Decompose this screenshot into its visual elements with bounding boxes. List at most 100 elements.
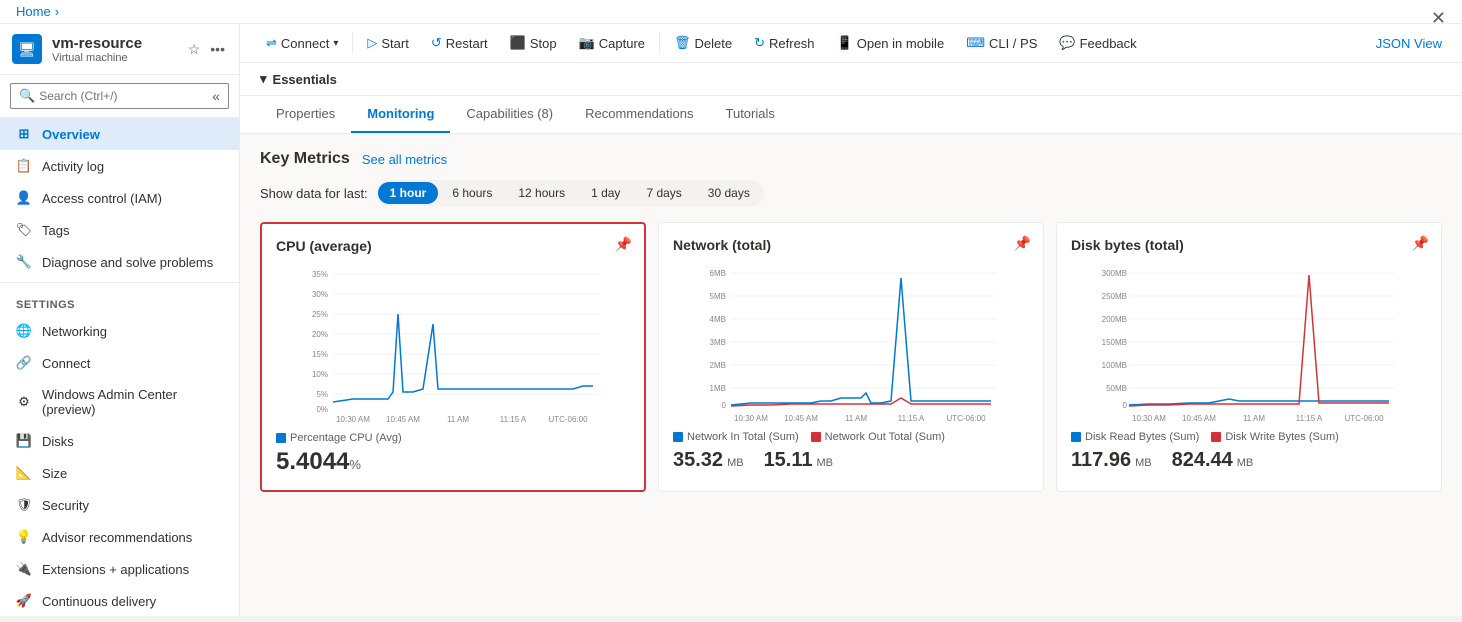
sidebar-item-extensions[interactable]: 🔌 Extensions + applications bbox=[0, 553, 239, 585]
network-pin-button[interactable]: 📌 bbox=[1014, 235, 1031, 252]
key-metrics-header: Key Metrics See all metrics bbox=[260, 150, 1442, 168]
sidebar-item-label: Access control (IAM) bbox=[42, 191, 162, 206]
toolbar-divider-1 bbox=[352, 32, 353, 54]
time-options: 1 hour 6 hours 12 hours 1 day 7 days 30 … bbox=[376, 180, 764, 206]
network-values-row: 35.32 MB 15.11 MB bbox=[673, 449, 1029, 472]
feedback-button[interactable]: 💬 Feedback bbox=[1049, 30, 1146, 56]
disk-pin-button[interactable]: 📌 bbox=[1412, 235, 1429, 252]
sidebar-item-diagnose[interactable]: 🔧 Diagnose and solve problems bbox=[0, 246, 239, 278]
sidebar-collapse-button[interactable]: « bbox=[212, 88, 220, 104]
sidebar-item-label: Networking bbox=[42, 324, 107, 339]
time-option-7d[interactable]: 7 days bbox=[634, 182, 693, 204]
capture-button[interactable]: 📷 Capture bbox=[569, 30, 655, 56]
time-option-1h[interactable]: 1 hour bbox=[378, 182, 439, 204]
search-input[interactable] bbox=[39, 89, 208, 103]
svg-text:0: 0 bbox=[1123, 401, 1128, 410]
connect-icon: 🔗 bbox=[16, 355, 32, 371]
svg-text:11:15 A: 11:15 A bbox=[898, 414, 925, 423]
settings-section-label: Settings bbox=[0, 287, 239, 315]
svg-text:1MB: 1MB bbox=[710, 384, 726, 393]
time-option-12h[interactable]: 12 hours bbox=[506, 182, 577, 204]
search-row[interactable]: 🔍 « bbox=[10, 83, 229, 109]
more-button[interactable]: ••• bbox=[208, 39, 227, 60]
tab-recommendations[interactable]: Recommendations bbox=[569, 96, 709, 133]
cpu-chart-svg: 35% 30% 25% 20% 15% 10% 5% 0% 10:30 AM bbox=[276, 264, 630, 424]
activity-log-icon: 📋 bbox=[16, 158, 32, 174]
monitoring-content: Key Metrics See all metrics Show data fo… bbox=[240, 134, 1462, 508]
sidebar-item-disks[interactable]: 💾 Disks bbox=[0, 425, 239, 457]
favorite-button[interactable]: ☆ bbox=[186, 39, 203, 60]
time-option-1d[interactable]: 1 day bbox=[579, 182, 632, 204]
cpu-chart-title: CPU (average) bbox=[276, 238, 630, 254]
tab-tutorials[interactable]: Tutorials bbox=[710, 96, 791, 133]
open-mobile-button[interactable]: 📱 Open in mobile bbox=[827, 30, 955, 56]
sidebar-item-security[interactable]: 🛡 Security bbox=[0, 489, 239, 521]
sidebar-item-activity-log[interactable]: 📋 Activity log bbox=[0, 150, 239, 182]
sidebar-item-continuous[interactable]: 🚀 Continuous delivery bbox=[0, 585, 239, 616]
sidebar-item-overview[interactable]: ⊞ Overview bbox=[0, 118, 239, 150]
json-view-link[interactable]: JSON View bbox=[1372, 36, 1446, 51]
time-option-30d[interactable]: 30 days bbox=[696, 182, 762, 204]
cli-ps-button[interactable]: ⌨ CLI / PS bbox=[956, 30, 1047, 56]
sidebar-item-label: Security bbox=[42, 498, 89, 513]
delete-button[interactable]: 🗑 Delete bbox=[664, 30, 742, 56]
svg-text:2MB: 2MB bbox=[710, 361, 726, 370]
restart-label: Restart bbox=[446, 36, 488, 51]
svg-text:11:15 A: 11:15 A bbox=[1296, 414, 1323, 423]
cpu-legend-dot bbox=[276, 433, 286, 443]
connect-button[interactable]: ⇌ Connect ▾ bbox=[256, 30, 348, 56]
size-icon: 📐 bbox=[16, 465, 32, 481]
cpu-chart-value: 5.4044% bbox=[276, 448, 630, 476]
cpu-pin-button[interactable]: 📌 bbox=[615, 236, 632, 253]
sidebar-item-connect[interactable]: 🔗 Connect bbox=[0, 347, 239, 379]
essentials-label: Essentials bbox=[273, 72, 337, 87]
sidebar-item-size[interactable]: 📐 Size bbox=[0, 457, 239, 489]
svg-text:15%: 15% bbox=[312, 350, 328, 359]
breadcrumb-home[interactable]: Home bbox=[16, 4, 51, 19]
capture-icon: 📷 bbox=[579, 35, 595, 51]
stop-label: Stop bbox=[530, 36, 557, 51]
start-button[interactable]: ▷ Start bbox=[357, 30, 418, 56]
cpu-unit: % bbox=[349, 457, 361, 472]
svg-text:30%: 30% bbox=[312, 290, 328, 299]
tab-monitoring[interactable]: Monitoring bbox=[351, 96, 450, 133]
network-out-value: 15.11 MB bbox=[764, 449, 833, 472]
charts-grid: CPU (average) 📌 bbox=[260, 222, 1442, 492]
windows-admin-icon: ⚙ bbox=[16, 394, 32, 410]
see-all-metrics-link[interactable]: See all metrics bbox=[362, 152, 447, 167]
sidebar-item-networking[interactable]: 🌐 Networking bbox=[0, 315, 239, 347]
search-box: 🔍 « bbox=[0, 75, 239, 118]
main-content: ⇌ Connect ▾ ▷ Start ↺ Restart ⬛ Stop 📷 C… bbox=[240, 24, 1462, 616]
tab-properties[interactable]: Properties bbox=[260, 96, 351, 133]
svg-text:11 AM: 11 AM bbox=[1243, 414, 1265, 423]
svg-text:UTC-06:00: UTC-06:00 bbox=[946, 414, 986, 423]
restart-button[interactable]: ↺ Restart bbox=[421, 30, 498, 56]
stop-button[interactable]: ⬛ Stop bbox=[500, 30, 567, 56]
network-in-legend: Network In Total (Sum) bbox=[673, 431, 799, 443]
svg-text:UTC-06:00: UTC-06:00 bbox=[1344, 414, 1384, 423]
cpu-chart-card: CPU (average) 📌 bbox=[260, 222, 646, 492]
disk-write-dot bbox=[1211, 432, 1221, 442]
sidebar-item-advisor[interactable]: 💡 Advisor recommendations bbox=[0, 521, 239, 553]
sidebar-item-access-control[interactable]: 👤 Access control (IAM) bbox=[0, 182, 239, 214]
access-control-icon: 👤 bbox=[16, 190, 32, 206]
network-in-label: Network In Total (Sum) bbox=[687, 431, 799, 443]
refresh-button[interactable]: ↻ Refresh bbox=[744, 30, 824, 56]
svg-text:4MB: 4MB bbox=[710, 315, 726, 324]
tabs: Properties Monitoring Capabilities (8) R… bbox=[260, 96, 1442, 133]
cli-icon: ⌨ bbox=[966, 35, 985, 51]
svg-text:250MB: 250MB bbox=[1102, 292, 1127, 301]
sidebar-item-tags[interactable]: 🏷 Tags bbox=[0, 214, 239, 246]
disk-write-value: 824.44 MB bbox=[1172, 449, 1254, 472]
sidebar-item-windows-admin[interactable]: ⚙ Windows Admin Center (preview) bbox=[0, 379, 239, 425]
disk-chart-card: Disk bytes (total) 📌 300MB bbox=[1056, 222, 1442, 492]
time-option-6h[interactable]: 6 hours bbox=[440, 182, 504, 204]
network-out-unit: MB bbox=[817, 457, 834, 469]
tab-capabilities[interactable]: Capabilities (8) bbox=[450, 96, 569, 133]
vm-name: vm-resource bbox=[52, 35, 142, 52]
sidebar-item-label: Windows Admin Center (preview) bbox=[42, 387, 223, 417]
disk-read-legend: Disk Read Bytes (Sum) bbox=[1071, 431, 1199, 443]
network-chart-svg: 6MB 5MB 4MB 3MB 2MB 1MB 0 1 bbox=[673, 263, 1029, 423]
networking-icon: 🌐 bbox=[16, 323, 32, 339]
essentials-header[interactable]: ▾ Essentials bbox=[260, 71, 1442, 87]
